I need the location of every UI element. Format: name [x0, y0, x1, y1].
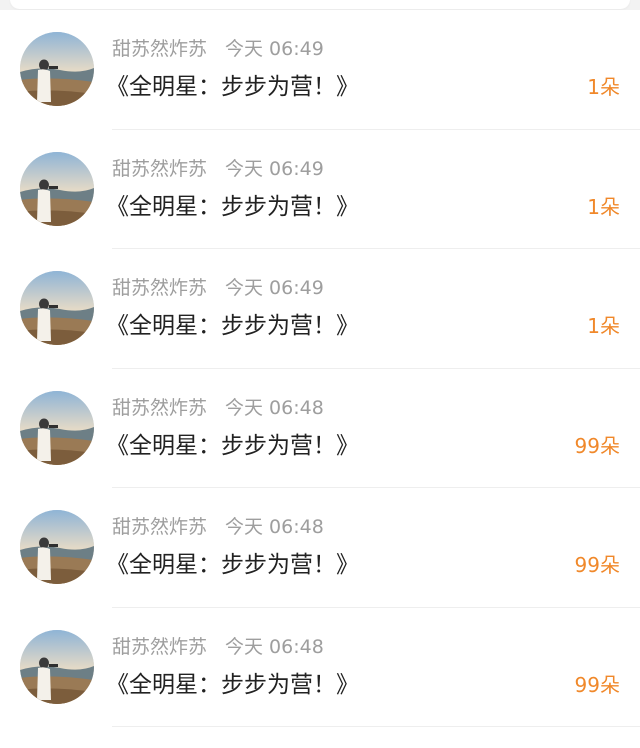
gift-title: 《全明星：步步为营！》 [106, 313, 359, 339]
username[interactable]: 甜苏然炸苏 [112, 636, 207, 658]
username[interactable]: 甜苏然炸苏 [112, 38, 207, 60]
avatar[interactable] [20, 151, 94, 226]
list-item[interactable]: 甜苏然炸苏 今天 06:49 《全明星：步步为营！》 1朵 [0, 130, 640, 249]
row-meta: 甜苏然炸苏 今天 06:49 [112, 156, 324, 182]
timestamp: 今天 06:49 [225, 38, 324, 60]
row-meta: 甜苏然炸苏 今天 06:48 [112, 514, 324, 540]
row-meta: 甜苏然炸苏 今天 06:48 [112, 634, 324, 660]
avatar-photo [20, 510, 94, 584]
row-meta: 甜苏然炸苏 今天 06:49 [112, 36, 324, 62]
gift-title: 《全明星：步步为营！》 [106, 552, 359, 578]
timestamp: 今天 06:49 [225, 277, 324, 299]
previous-card-edge [10, 0, 630, 9]
avatar[interactable] [20, 510, 94, 584]
top-strip [0, 0, 640, 10]
timestamp: 今天 06:48 [225, 396, 324, 419]
list-item[interactable]: 甜苏然炸苏 今天 06:48 《全明星：步步为营！》 99朵 [0, 488, 640, 608]
avatar-photo [20, 390, 94, 465]
avatar[interactable] [20, 271, 94, 345]
flower-count: 99朵 [574, 553, 620, 577]
avatar-photo [20, 151, 94, 226]
avatar-photo [20, 32, 94, 106]
row-meta: 甜苏然炸苏 今天 06:48 [112, 395, 324, 421]
timestamp: 今天 06:48 [225, 635, 324, 658]
list-item[interactable]: 甜苏然炸苏 今天 06:48 《全明星：步步为营！》 99朵 [0, 369, 640, 488]
flower-count: 99朵 [574, 433, 620, 458]
gift-title: 《全明星：步步为营！》 [106, 74, 359, 100]
list-item[interactable]: 甜苏然炸苏 今天 06:48 《全明星：步步为营！》 99朵 [0, 608, 640, 727]
timestamp: 今天 06:48 [225, 516, 324, 538]
row-meta: 甜苏然炸苏 今天 06:49 [112, 275, 324, 301]
row-divider [112, 726, 640, 727]
flower-count: 1朵 [587, 314, 620, 338]
flower-count: 1朵 [587, 194, 620, 219]
gift-record-list: 甜苏然炸苏 今天 06:49 《全明星：步步为营！》 1朵 甜苏然炸苏 今天 0… [0, 10, 640, 748]
timestamp: 今天 06:49 [225, 157, 324, 180]
avatar[interactable] [20, 32, 94, 106]
gift-title: 《全明星：步步为营！》 [106, 671, 359, 698]
username[interactable]: 甜苏然炸苏 [112, 158, 207, 180]
avatar-photo [20, 629, 94, 704]
username[interactable]: 甜苏然炸苏 [112, 397, 207, 419]
flower-count: 1朵 [587, 75, 620, 99]
avatar-photo [20, 271, 94, 345]
list-item[interactable]: 甜苏然炸苏 今天 06:49 《全明星：步步为营！》 1朵 [0, 249, 640, 369]
username[interactable]: 甜苏然炸苏 [112, 516, 207, 538]
list-item[interactable]: 甜苏然炸苏 今天 06:49 《全明星：步步为营！》 1朵 [0, 10, 640, 130]
avatar[interactable] [20, 629, 94, 704]
gift-title: 《全明星：步步为营！》 [106, 193, 359, 220]
avatar[interactable] [20, 390, 94, 465]
gift-title: 《全明星：步步为营！》 [106, 432, 359, 459]
flower-count: 99朵 [574, 672, 620, 697]
username[interactable]: 甜苏然炸苏 [112, 277, 207, 299]
